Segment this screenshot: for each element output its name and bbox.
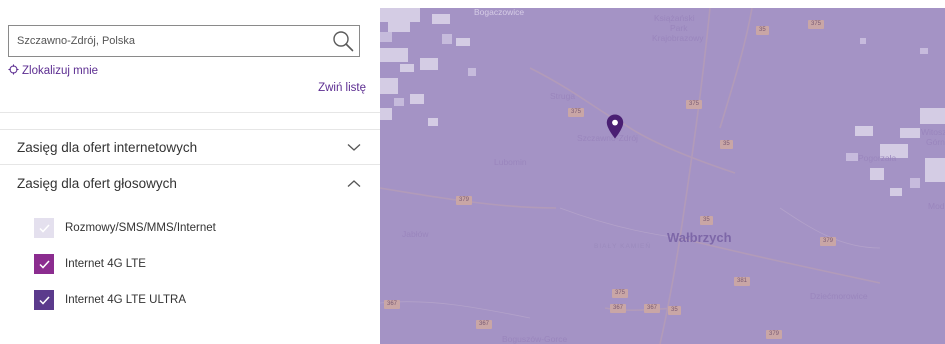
legend-item-label: Rozmowy/SMS/MMS/Internet xyxy=(65,222,216,234)
road-number-badge: 375 xyxy=(612,289,629,298)
road-number-badge: 367 xyxy=(384,300,401,309)
map-label-mod: Mod xyxy=(928,201,945,211)
road-number-badge: 379 xyxy=(820,237,837,246)
legend-item-4g-lte[interactable]: Internet 4G LTE xyxy=(34,254,146,274)
map-label-bogaczowice: Bogaczowice xyxy=(474,8,525,17)
map-label-dziecmorowice: Dziećmorowice xyxy=(810,291,868,301)
road-number-badge: 367 xyxy=(644,304,661,313)
accordion-voice-label: Zasięg dla ofert głosowych xyxy=(17,175,177,191)
chevron-down-icon xyxy=(347,140,361,155)
legend-item-4g-lte-ultra[interactable]: Internet 4G LTE ULTRA xyxy=(34,290,186,310)
road-number-badge: 375 xyxy=(808,20,825,29)
legend-item-label: Internet 4G LTE xyxy=(65,258,146,270)
road-number-badge: 375 xyxy=(568,108,585,117)
road-number-badge: 379 xyxy=(766,330,783,339)
location-pin-icon[interactable] xyxy=(606,114,624,139)
map-label-krajobrazowy: Krajobrazowy xyxy=(652,33,704,43)
checkbox-checked-icon[interactable] xyxy=(34,218,54,238)
coverage-sidebar: Zlokalizuj mnie Zwiń listę Zasięg dla of… xyxy=(0,0,380,344)
locate-me-link[interactable]: Zlokalizuj mnie xyxy=(8,64,98,78)
coverage-map[interactable]: Bogaczowice Książański Park Krajobrazowy… xyxy=(380,8,945,344)
map-label-park: Park xyxy=(670,23,688,33)
map-label-jabtow: Jabłów xyxy=(402,229,429,239)
road-number-badge: 35 xyxy=(756,26,769,35)
checkbox-checked-icon[interactable] xyxy=(34,254,54,274)
road-number-badge: 375 xyxy=(686,100,703,109)
map-label-lubomin: Lubomin xyxy=(494,157,527,167)
map-label-walbrzych: Wałbrzych xyxy=(667,230,732,245)
road-number-badge: 35 xyxy=(668,306,681,315)
divider xyxy=(0,112,380,113)
collapse-list-link[interactable]: Zwiń listę xyxy=(318,82,366,94)
legend-item-label: Internet 4G LTE ULTRA xyxy=(65,294,187,306)
search-box xyxy=(8,25,360,57)
road-number-badge: 35 xyxy=(700,216,713,225)
map-label-boguszow: Boguszów-Gorce xyxy=(502,334,568,344)
divider xyxy=(0,164,380,165)
road-number-badge: 381 xyxy=(734,277,751,286)
road-number-badge: 35 xyxy=(720,140,733,149)
search-icon[interactable] xyxy=(331,29,355,53)
accordion-voice-coverage[interactable]: Zasięg dla ofert głosowych xyxy=(17,166,361,200)
accordion-internet-label: Zasięg dla ofert internetowych xyxy=(17,139,198,155)
map-label-ksiazanski: Książański xyxy=(654,13,695,23)
map-label-pogorzala: Pogorzała xyxy=(858,153,897,163)
crosshair-icon xyxy=(8,64,19,78)
map-label-struga: Struga xyxy=(550,91,576,101)
road-number-badge: 367 xyxy=(610,304,627,313)
road-number-badge: 367 xyxy=(476,320,493,329)
chevron-up-icon xyxy=(347,176,361,191)
checkbox-checked-icon[interactable] xyxy=(34,290,54,310)
search-input[interactable] xyxy=(9,26,319,56)
locate-me-label: Zlokalizuj mnie xyxy=(22,65,99,77)
road-number-badge: 379 xyxy=(456,196,473,205)
accordion-internet-coverage[interactable]: Zasięg dla ofert internetowych xyxy=(17,130,361,164)
map-label-bialy-kamien: BIAŁY KAMIEŃ xyxy=(594,243,652,250)
map-label-witoszow: Witoszó xyxy=(921,127,945,137)
map-label-gorny: Górny xyxy=(926,137,945,147)
legend-item-voice-sms[interactable]: Rozmowy/SMS/MMS/Internet xyxy=(34,218,216,238)
